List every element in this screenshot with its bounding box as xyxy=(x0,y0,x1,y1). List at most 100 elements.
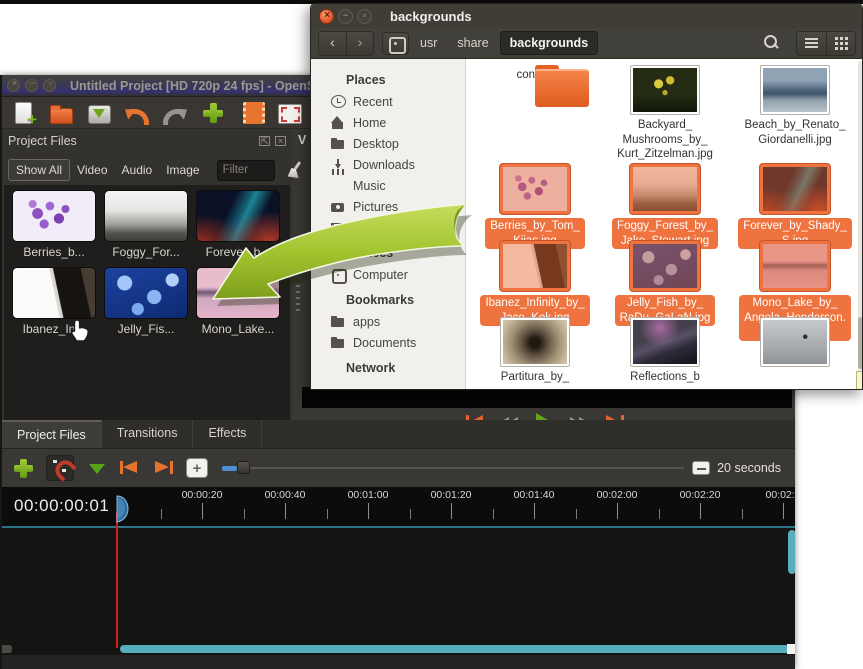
clear-filter-broom-icon[interactable] xyxy=(285,160,292,180)
toolbar-icon[interactable] xyxy=(162,100,188,126)
file-thumbnail-image[interactable] xyxy=(503,320,567,364)
file-item[interactable]: Berries_by_Tom_ Kijas.jpg xyxy=(470,163,600,240)
file-thumbnail-image[interactable] xyxy=(633,244,697,288)
zoom-slider-handle[interactable] xyxy=(237,461,250,474)
file-thumbnail-image[interactable] xyxy=(763,68,827,112)
toolbar-icon[interactable] xyxy=(86,100,112,126)
file-thumbnail-frame[interactable] xyxy=(760,65,830,115)
clip-thumbnail-image[interactable] xyxy=(196,267,280,319)
list-view-icon[interactable] xyxy=(797,32,826,55)
file-thumbnail-frame[interactable] xyxy=(499,163,571,215)
panel-tab[interactable]: Effects xyxy=(193,420,262,448)
file-thumbnail-image[interactable] xyxy=(633,167,697,211)
file-thumbnail-frame[interactable] xyxy=(630,65,700,115)
forward-button[interactable]: › xyxy=(346,32,373,55)
sidebar-row[interactable]: Desktop xyxy=(311,133,465,154)
timeline-toolbar-icon[interactable] xyxy=(84,456,108,480)
file-thumbnail-frame[interactable] xyxy=(630,317,700,367)
sidebar-row[interactable]: Home xyxy=(311,112,465,133)
project-file-thumbnail[interactable]: Forever_b... xyxy=(192,190,284,267)
timeline-toolbar-icon[interactable] xyxy=(152,456,176,480)
file-manager-titlebar[interactable]: × − ▫ backgrounds xyxy=(311,4,862,28)
clip-thumbnail-image[interactable] xyxy=(196,190,280,242)
breadcrumb-segment[interactable]: share xyxy=(448,32,497,54)
grid-view-icon[interactable] xyxy=(826,32,855,55)
clip-thumbnail-image[interactable] xyxy=(12,267,96,319)
sidebar-row[interactable]: Devices xyxy=(311,238,465,264)
toolbar-icon[interactable] xyxy=(276,100,302,126)
file-item[interactable]: Reflections_b xyxy=(600,317,730,390)
project-file-thumbnail[interactable]: Ibanez_In... xyxy=(8,267,100,344)
file-thumbnail-frame[interactable] xyxy=(760,317,830,367)
file-item[interactable]: Partitura_by_ xyxy=(470,317,600,390)
playhead-marker[interactable] xyxy=(110,495,130,527)
search-icon[interactable] xyxy=(756,31,786,55)
file-thumbnail-image[interactable] xyxy=(633,320,697,364)
window-minimize-button[interactable]: − xyxy=(338,9,353,24)
clip-thumbnail-image[interactable] xyxy=(104,190,188,242)
toolbar-icon[interactable] xyxy=(200,100,226,126)
panel-tab[interactable]: Project Files xyxy=(2,420,102,448)
sidebar-row[interactable]: Network xyxy=(311,353,465,379)
window-close-button[interactable]: × xyxy=(7,79,20,92)
close-panel-icon[interactable]: × xyxy=(275,136,286,146)
filter-button[interactable]: Audio xyxy=(115,160,160,180)
file-list-scrollbar-thumb[interactable] xyxy=(858,317,863,369)
file-item[interactable]: Backyard_ Mushrooms_by_ Kurt_Zitzelman.j… xyxy=(600,65,730,163)
window-maximize-button[interactable]: ▫ xyxy=(357,9,372,24)
filter-input[interactable] xyxy=(217,160,275,181)
sidebar-row[interactable]: Places xyxy=(311,65,465,91)
file-thumbnail-frame[interactable] xyxy=(500,317,570,367)
project-file-thumbnail[interactable]: Berries_b... xyxy=(8,190,100,267)
filter-button[interactable]: Show All xyxy=(8,159,70,181)
timeline-zoom-slider[interactable] xyxy=(222,456,684,480)
breadcrumb-segment[interactable]: backgrounds xyxy=(500,31,599,55)
clip-thumbnail-image[interactable] xyxy=(104,267,188,319)
sidebar-row[interactable]: Pictures xyxy=(311,196,465,217)
file-thumbnail-image[interactable] xyxy=(503,167,567,211)
file-thumbnail-frame[interactable] xyxy=(629,240,701,292)
file-thumbnail-image[interactable] xyxy=(633,68,697,112)
clip-thumbnail-image[interactable] xyxy=(12,190,96,242)
timeline-toolbar-icon[interactable] xyxy=(46,455,74,481)
sidebar-row[interactable]: Bookmarks xyxy=(311,285,465,311)
sidebar-row[interactable]: Recent xyxy=(311,91,465,112)
sidebar-row[interactable]: Music xyxy=(311,175,465,196)
project-file-thumbnail[interactable]: Foggy_For... xyxy=(100,190,192,267)
file-item[interactable] xyxy=(730,317,860,390)
file-thumbnail-image[interactable] xyxy=(503,244,567,288)
file-item[interactable]: Jelly_Fish_by_ RaDu_GaLaN.jpg xyxy=(600,240,730,317)
sidebar-row[interactable]: Videos xyxy=(311,217,465,238)
back-button[interactable]: ‹ xyxy=(319,32,346,55)
computer-drive-icon-button[interactable] xyxy=(382,32,409,55)
file-item[interactable]: Forever_by_Shady_ S.jpg xyxy=(730,163,860,240)
project-file-thumbnail[interactable]: Mono_Lake... xyxy=(192,267,284,344)
sidebar-row[interactable]: Downloads xyxy=(311,154,465,175)
timeline-toolbar-icon[interactable] xyxy=(118,456,142,480)
file-item[interactable]: contest xyxy=(470,65,600,163)
panel-splitter-grip[interactable] xyxy=(296,285,300,311)
panel-tab[interactable]: Transitions xyxy=(102,420,194,448)
window-maximize-button[interactable]: ▫ xyxy=(43,79,56,92)
zoom-slider-groove[interactable] xyxy=(222,467,684,469)
file-item[interactable]: Ibanez_Infinity_by_ Jaco_Kok.jpg xyxy=(470,240,600,317)
filter-button[interactable]: Image xyxy=(159,160,206,180)
file-thumbnail-image[interactable] xyxy=(763,244,827,288)
file-thumbnail-frame[interactable] xyxy=(759,240,831,292)
timeline-toolbar-icon[interactable] xyxy=(186,458,208,478)
playhead-line[interactable] xyxy=(116,512,118,648)
file-item[interactable]: Foggy_Forest_by_ Jake_Stewart.jpg xyxy=(600,163,730,240)
window-minimize-button[interactable]: − xyxy=(25,79,38,92)
filter-button[interactable]: Video xyxy=(70,160,114,180)
zoom-out-icon[interactable] xyxy=(692,461,710,475)
file-item[interactable]: Beach_by_Renato_ Giordanelli.jpg xyxy=(730,65,860,163)
sidebar-row[interactable]: Documents xyxy=(311,332,465,353)
timeline-toolbar-icon[interactable] xyxy=(12,456,36,480)
float-panel-icon[interactable]: ⇱ xyxy=(259,136,270,146)
timeline-horizontal-scrollbar[interactable] xyxy=(120,645,790,653)
file-thumbnail-frame[interactable] xyxy=(629,163,701,215)
sidebar-row[interactable]: apps xyxy=(311,311,465,332)
file-thumbnail-image[interactable] xyxy=(763,320,827,364)
toolbar-icon[interactable] xyxy=(238,100,264,126)
file-thumbnail-image[interactable] xyxy=(763,167,827,211)
